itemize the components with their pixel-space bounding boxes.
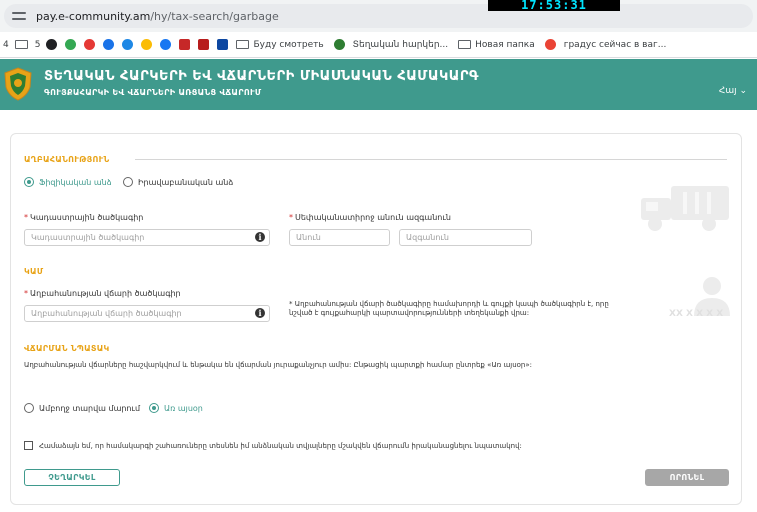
radio-to-date[interactable]: Առ այսօր xyxy=(149,403,203,413)
info-icon[interactable]: i xyxy=(255,232,265,242)
folder-icon[interactable] xyxy=(236,40,250,49)
emblem-icon[interactable] xyxy=(333,39,345,50)
bookmark-count-b: 5 xyxy=(34,39,41,50)
radio-label: Իրավաբանական անձ xyxy=(138,177,234,187)
url-text: pay.e-community.am/hy/tax-search/garbage xyxy=(36,10,279,23)
registry-code-label-text: Կադաստրային ծածկագիր xyxy=(30,213,144,222)
owner-section-title: ԱՂԲԱՀԱՆՈՒԹՅՈՒՆ xyxy=(24,155,110,164)
radio-label: Ֆիզիկական անձ xyxy=(39,177,112,187)
clock-overlay: 17:53:31 30.01.26 xyxy=(488,0,620,11)
telegram-icon[interactable] xyxy=(122,39,134,50)
payment-code-label: * Աղբահանության վճարի ծածկագիր xyxy=(24,289,181,298)
bookmark-count-a: 4 xyxy=(3,39,9,50)
google-icon[interactable] xyxy=(141,39,153,50)
bookmarks-bar: 4 5 Буду смотреть Տեղական հարկեր... Нова… xyxy=(0,32,757,58)
github-icon[interactable] xyxy=(46,39,58,50)
bookmark-watch-later[interactable]: Буду смотреть xyxy=(253,40,323,50)
app-icon[interactable] xyxy=(84,39,96,50)
payment-code-note: * Աղբահանության վճարի ծածկագիրը համախորդ… xyxy=(289,300,609,317)
consent-text: Համաձայն եմ, որ համակարգի շահառուները տե… xyxy=(39,442,522,450)
payment-info-text: Աղբահանության վճարները հաշվարկվում և ենթ… xyxy=(24,361,532,369)
site-icon[interactable] xyxy=(103,39,115,50)
radio-dot xyxy=(24,403,34,413)
radio-label: Առ այսօր xyxy=(164,403,203,413)
language-label: Հայ xyxy=(718,86,737,96)
site-icon-2[interactable] xyxy=(217,39,229,50)
search-form-card: XX X X X X ԱՂԲԱՀԱՆՈՒԹՅՈՒՆ Ֆիզիկական անձ … xyxy=(10,133,742,505)
last-name-input[interactable]: Ազգանուն xyxy=(399,229,532,246)
first-name-input[interactable]: Անուն xyxy=(289,229,390,246)
payment-code-input[interactable]: Աղբահանության վճարի ծածկագիր xyxy=(24,305,270,322)
folder-icon[interactable] xyxy=(458,40,472,49)
consent-checkbox[interactable] xyxy=(24,441,33,450)
coat-of-arms-icon xyxy=(4,67,32,101)
payment-code-label-text: Աղբահանության վճարի ծածկագիր xyxy=(30,289,181,298)
owner-name-label: * Սեփականատիրոջ անուն ազգանուն xyxy=(289,213,451,222)
facebook-icon[interactable] xyxy=(160,39,172,50)
google-icon[interactable] xyxy=(544,39,556,50)
browser-address-bar: pay.e-community.am/hy/tax-search/garbage… xyxy=(0,0,757,32)
video-icon[interactable] xyxy=(198,39,210,50)
info-icon[interactable]: i xyxy=(255,308,265,318)
folder-icon[interactable] xyxy=(14,40,28,49)
garbage-truck-icon xyxy=(641,186,729,231)
person-icon: XX X X X X xyxy=(669,277,730,319)
clear-button[interactable]: ՉԵՂԱՐԿԵԼ xyxy=(24,469,120,486)
url-field[interactable]: pay.e-community.am/hy/tax-search/garbage xyxy=(4,4,753,28)
bookmark-new-folder[interactable]: Новая папка xyxy=(475,40,535,50)
required-mark: * xyxy=(289,213,293,222)
chrome-web-store-icon[interactable] xyxy=(65,39,77,50)
url-path: /hy/tax-search/garbage xyxy=(150,9,279,23)
registry-code-label: * Կադաստրային ծածկագիր xyxy=(24,213,143,222)
site-header: ՏԵՂԱԿԱՆ ՀԱՐԿԵՐԻ ԵՎ ՎՃԱՐՆԵՐԻ ՄԻԱՍՆԱԿԱՆ ՀԱ… xyxy=(0,59,757,110)
radio-label: Ամբողջ տարվա մարում xyxy=(39,403,141,413)
required-mark: * xyxy=(24,289,28,298)
radio-dot xyxy=(149,403,159,413)
search-button[interactable]: ՈՐՈՆԵԼ xyxy=(645,469,729,486)
section-divider xyxy=(135,159,727,160)
radio-full-year[interactable]: Ամբողջ տարվա մարում xyxy=(24,403,140,413)
radio-legal-entity[interactable]: Իրավաբանական անձ xyxy=(123,177,233,187)
registry-code-input[interactable]: Կադաստրային ծածկագիր xyxy=(24,229,270,246)
owner-name-label-text: Սեփականատիրոջ անուն ազգանուն xyxy=(295,213,451,222)
bookmark-local-taxes[interactable]: Տեղական հարկեր... xyxy=(353,40,448,50)
language-selector[interactable]: Հայ ⌄ xyxy=(719,86,747,96)
url-host: pay.e-community.am xyxy=(36,9,151,23)
required-mark: * xyxy=(24,213,28,222)
or-label: ԿԱՄ xyxy=(24,267,44,276)
chevron-down-icon: ⌄ xyxy=(739,86,747,96)
radio-dot xyxy=(24,177,34,187)
radio-physical-person[interactable]: Ֆիզիկական անձ xyxy=(24,177,112,187)
bookmark-weather[interactable]: градус сейчас в ваг... xyxy=(564,40,667,50)
radio-dot xyxy=(123,177,133,187)
payment-purpose-title: ՎՃԱՐՄԱՆ ՆՊԱՏԱԿ xyxy=(24,344,110,353)
news-icon[interactable] xyxy=(179,39,191,50)
svg-text:XX X X X X: XX X X X X xyxy=(669,309,723,319)
site-title: ՏԵՂԱԿԱՆ ՀԱՐԿԵՐԻ ԵՎ ՎՃԱՐՆԵՐԻ ՄԻԱՍՆԱԿԱՆ ՀԱ… xyxy=(44,69,479,84)
site-settings-icon[interactable] xyxy=(12,9,26,23)
site-subtitle: ԳՈՒՅՔԱՀԱՐԿԻ ԵՎ ՎՃԱՐՆԵՐԻ ԱՌՑԱՆՑ ՎՃԱՐՈՒՄ xyxy=(44,88,262,97)
